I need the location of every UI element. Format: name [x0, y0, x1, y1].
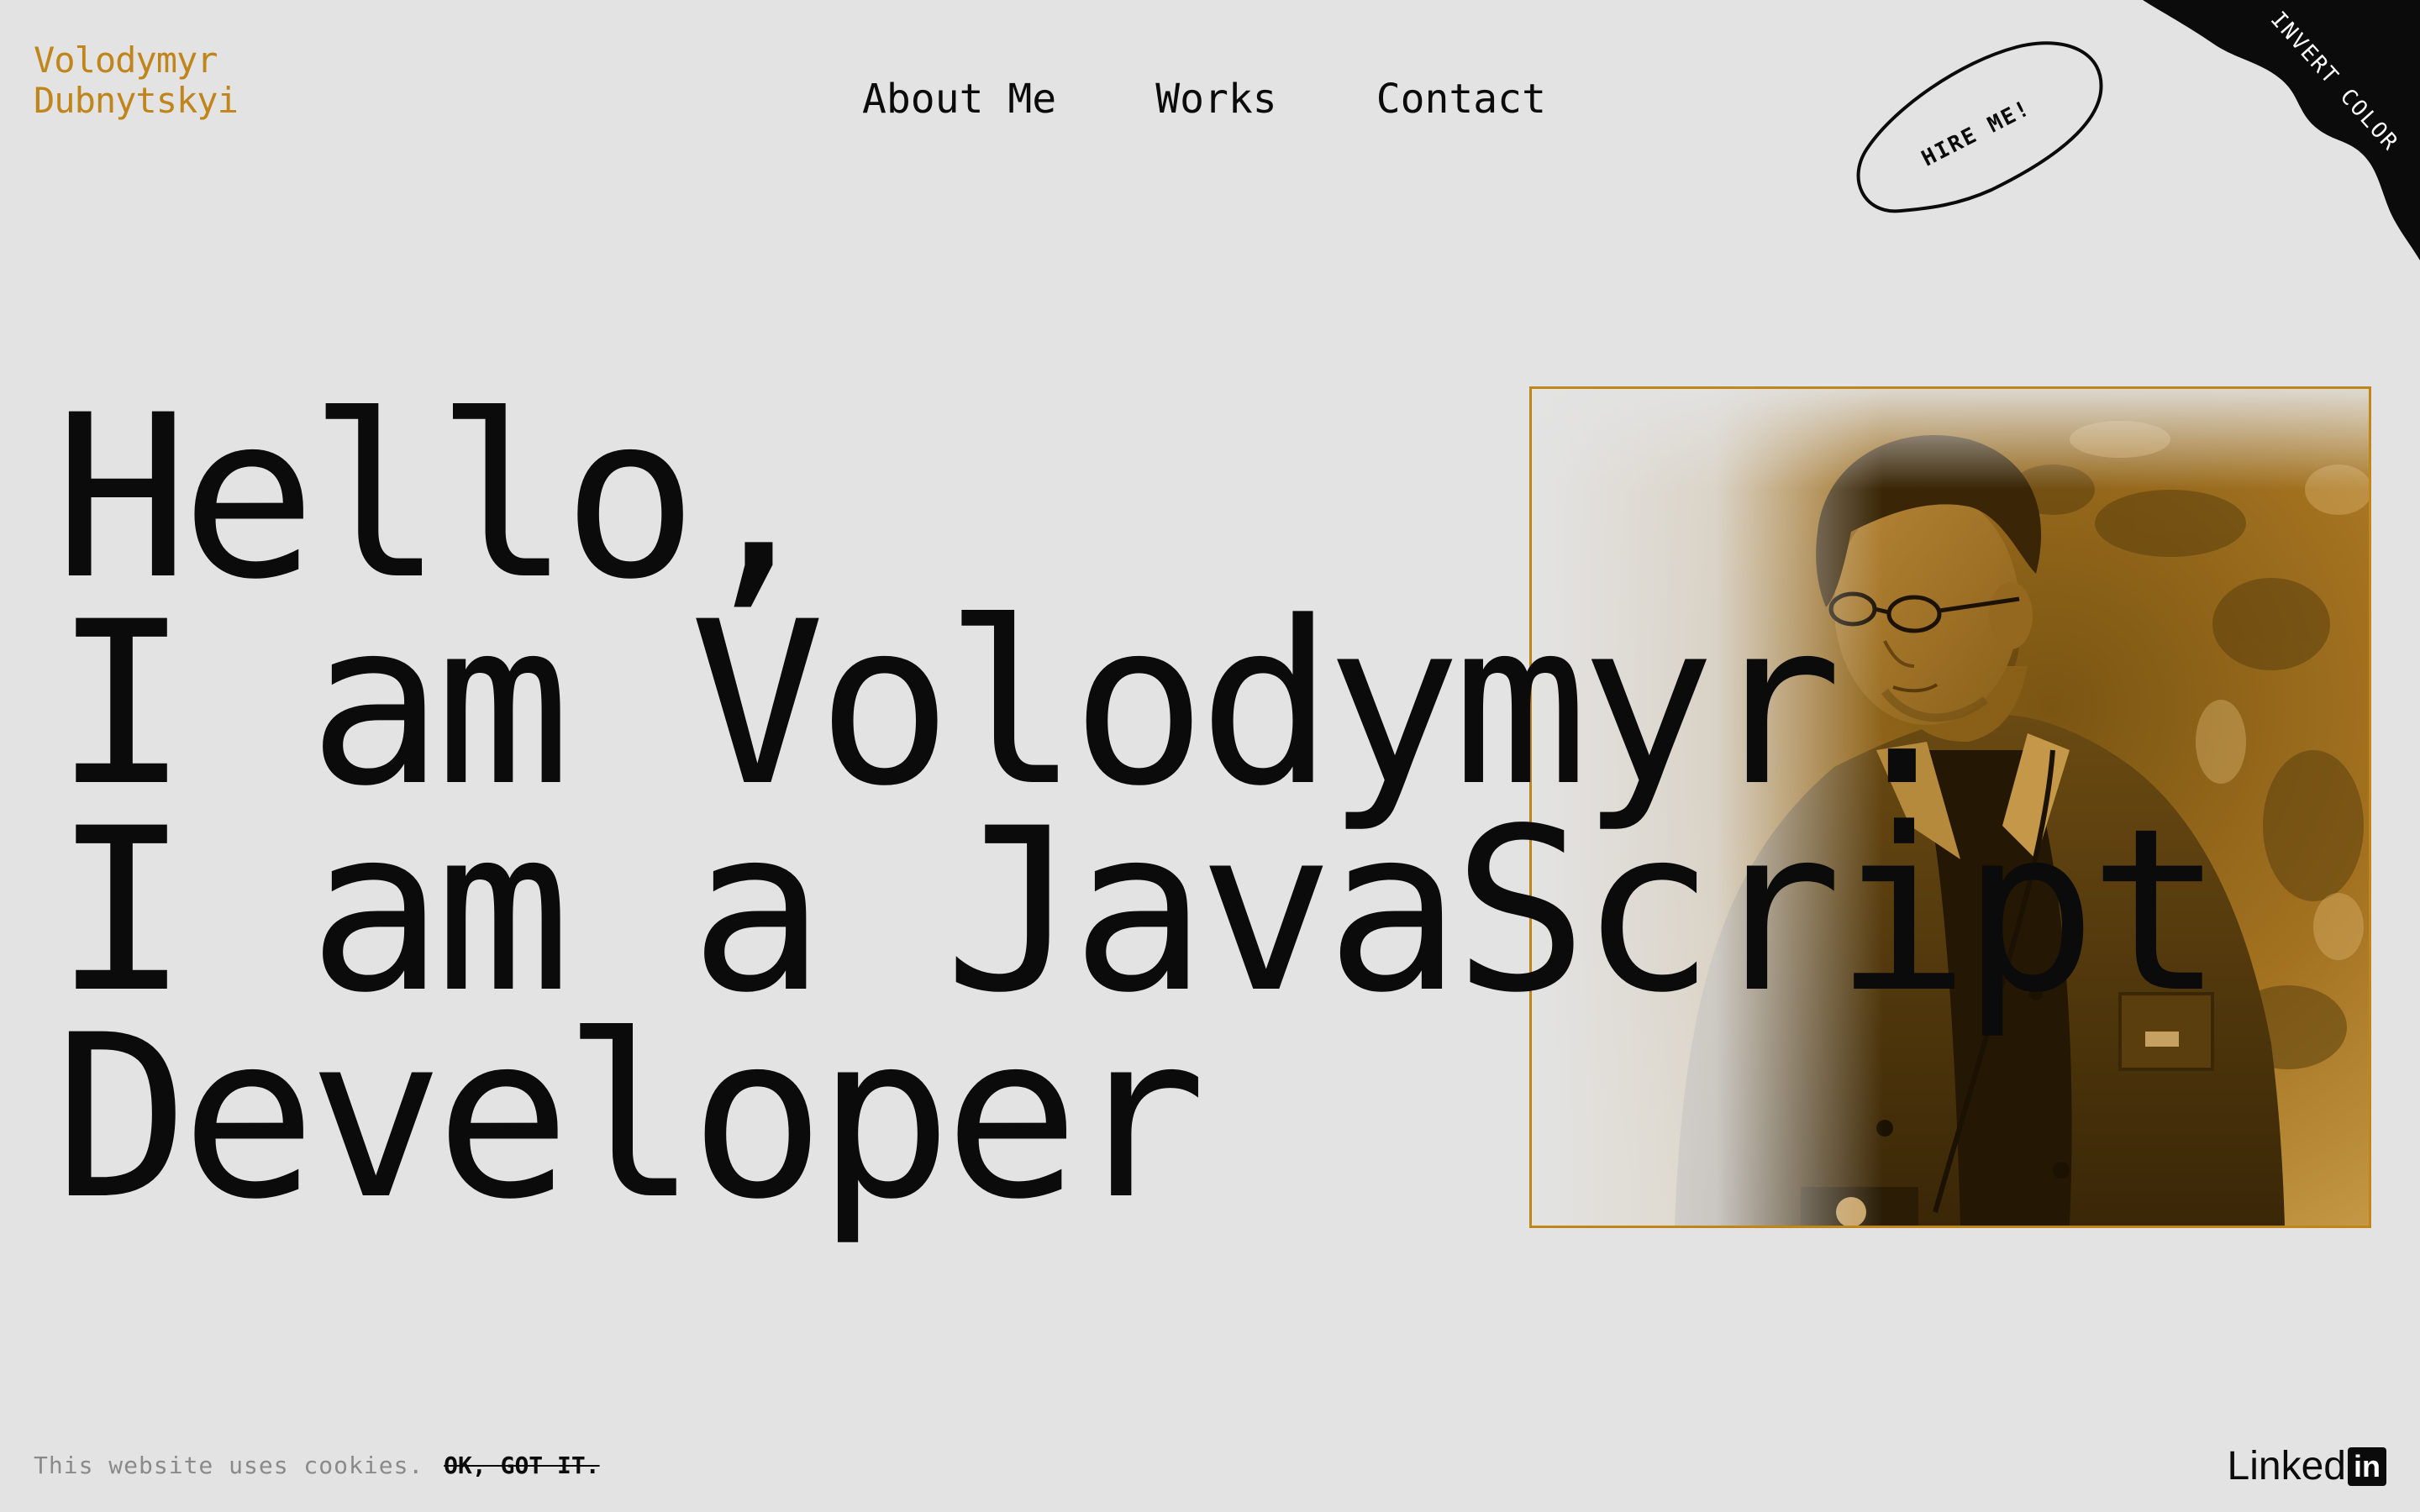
hero-headline: Hello, I am Volodymyr. I am a JavaScript…: [54, 367, 2224, 1249]
cookie-accept-button[interactable]: OK, GOT IT.: [444, 1452, 599, 1479]
hero-line-role: I am a JavaScript: [54, 780, 2224, 1042]
main-nav: About Me Works Contact: [862, 74, 1546, 124]
hero-line-name: I am Volodymyr.: [54, 574, 1970, 836]
cookie-text: This website uses cookies.: [34, 1452, 424, 1479]
cookie-banner: This website uses cookies. OK, GOT IT.: [34, 1452, 600, 1479]
nav-item-contact[interactable]: Contact: [1376, 74, 1546, 124]
hero-line-greeting: Hello,: [54, 367, 825, 629]
brand-first-name: Volodymyr: [34, 39, 218, 81]
nav-item-about-me[interactable]: About Me: [862, 74, 1056, 124]
brand-last-name: Dubnytskyi: [34, 80, 239, 121]
nav-item-works[interactable]: Works: [1155, 74, 1277, 124]
invert-color-toggle[interactable]: INVERT COLOR: [2143, 0, 2420, 260]
linkedin-text: Linked: [2227, 1444, 2346, 1488]
linkedin-link[interactable]: Linked in: [2228, 1443, 2386, 1489]
hero-line-developer: Developer: [54, 987, 1207, 1249]
hire-me-button[interactable]: HIRE ME!: [1849, 37, 2109, 230]
linkedin-icon: in: [2348, 1446, 2386, 1486]
brand-logo[interactable]: Volodymyr Dubnytskyi: [34, 39, 239, 121]
